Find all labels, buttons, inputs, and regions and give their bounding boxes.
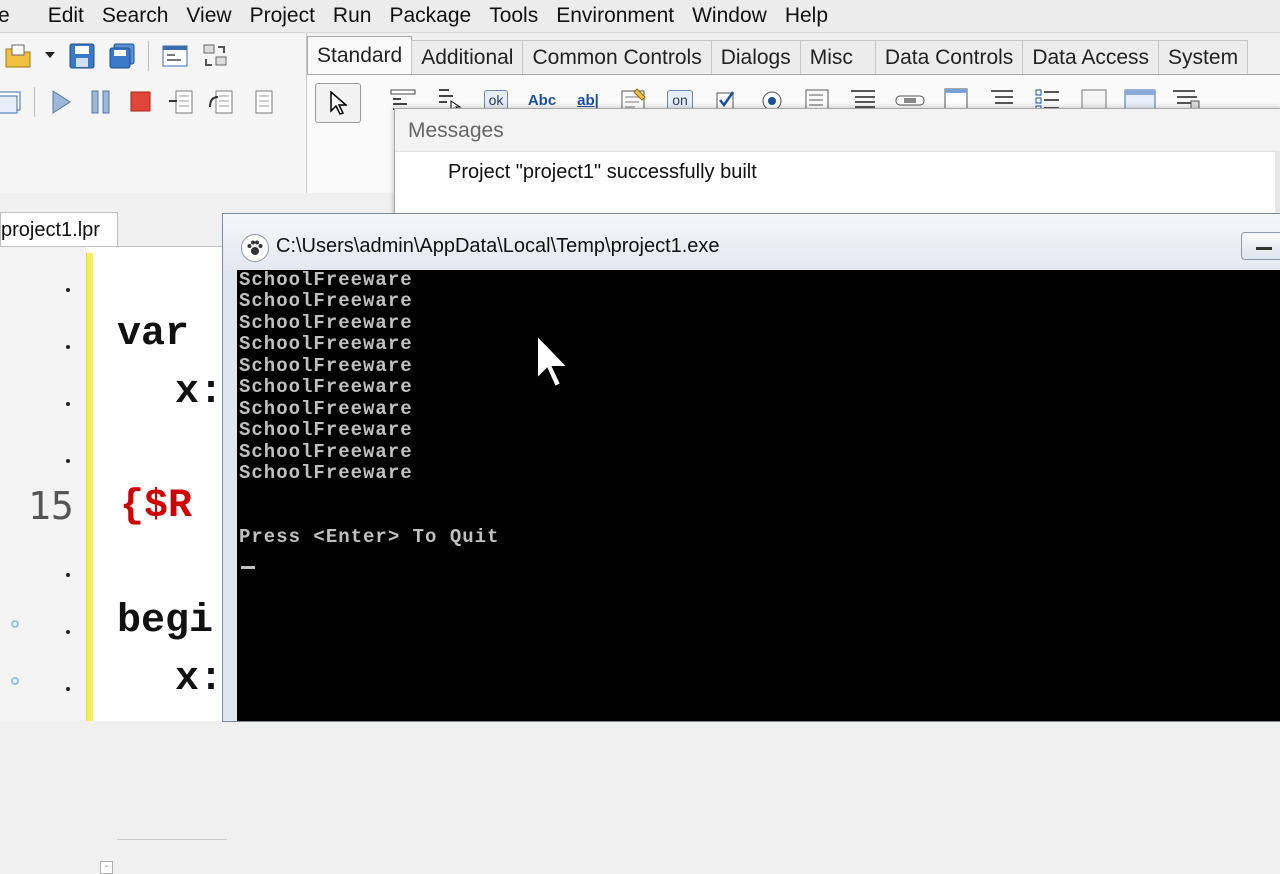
- gutter-dot: [66, 288, 70, 292]
- output-line: SchoolFreeware: [239, 462, 413, 484]
- step-over-icon[interactable]: [207, 88, 235, 116]
- pause-icon[interactable]: [87, 88, 115, 116]
- code-line: x:: [175, 370, 224, 415]
- messages-title: Messages: [408, 119, 504, 142]
- menu-help[interactable]: Help: [776, 4, 837, 28]
- gutter-dot: [66, 687, 70, 691]
- paw-icon: [241, 234, 269, 262]
- output-line: SchoolFreeware: [239, 269, 413, 291]
- menu-environment[interactable]: Environment: [547, 4, 683, 28]
- tab-standard[interactable]: Standard: [307, 36, 413, 75]
- console-titlebar[interactable]: C:\Users\admin\AppData\Local\Temp\projec…: [223, 214, 1280, 270]
- tab-data-access[interactable]: Data Access: [1022, 40, 1160, 75]
- tab-data-controls[interactable]: Data Controls: [874, 40, 1024, 75]
- toolbar-separator: [34, 87, 35, 117]
- open-file-icon[interactable]: [4, 42, 32, 70]
- console-output[interactable]: SchoolFreeware SchoolFreeware SchoolFree…: [237, 270, 1280, 721]
- code-line: x:: [175, 657, 224, 702]
- gutter-dot: [66, 345, 70, 349]
- console-window: C:\Users\admin\AppData\Local\Temp\projec…: [222, 213, 1280, 722]
- menu-file[interactable]: e: [0, 4, 19, 28]
- menu-project[interactable]: Project: [241, 4, 324, 28]
- toggle-form-unit-icon[interactable]: [201, 42, 229, 70]
- step-out-icon[interactable]: [247, 88, 275, 116]
- output-line: SchoolFreeware: [239, 355, 413, 377]
- messages-header: Messages: [395, 109, 1280, 152]
- output-line: SchoolFreeware: [239, 333, 413, 355]
- tab-project1-lpr[interactable]: project1.lpr: [0, 212, 118, 247]
- gutter-dot: [66, 459, 70, 463]
- stop-icon[interactable]: [127, 88, 155, 116]
- code-line: begi: [117, 599, 214, 644]
- output-line: SchoolFreeware: [239, 419, 413, 441]
- output-line: SchoolFreeware: [239, 312, 413, 334]
- gutter-dot: [66, 402, 70, 406]
- save-icon[interactable]: [68, 42, 96, 70]
- form-icon[interactable]: [161, 42, 189, 70]
- output-line: SchoolFreeware: [239, 376, 413, 398]
- menu-package[interactable]: Package: [380, 4, 480, 28]
- step-into-icon[interactable]: [167, 88, 195, 116]
- menu-view[interactable]: View: [177, 4, 240, 28]
- tab-dialogs[interactable]: Dialogs: [710, 40, 801, 75]
- tab-additional[interactable]: Additional: [411, 40, 524, 75]
- build-message[interactable]: Project "project1" successfully built: [448, 161, 757, 184]
- console-title: C:\Users\admin\AppData\Local\Temp\projec…: [276, 235, 720, 257]
- menu-tools[interactable]: Tools: [480, 4, 547, 28]
- output-line: SchoolFreeware: [239, 398, 413, 420]
- code-line: var: [117, 312, 190, 357]
- gutter-dot: [66, 573, 70, 577]
- run-icon[interactable]: [47, 88, 75, 116]
- output-line: SchoolFreeware: [239, 290, 413, 312]
- save-all-icon[interactable]: [108, 42, 136, 70]
- messages-window: Messages Project "project1" successfully…: [394, 108, 1280, 220]
- tab-misc[interactable]: Misc: [799, 40, 876, 75]
- code-line: {$R: [120, 484, 193, 529]
- mouse-pointer-icon: [536, 333, 571, 389]
- view-forms-icon[interactable]: [0, 88, 22, 116]
- messages-scrollbar[interactable]: [1275, 151, 1280, 219]
- menu-bar: e Edit Search View Project Run Package T…: [0, 0, 1280, 33]
- selection-pointer-icon[interactable]: [315, 83, 361, 123]
- output-line: SchoolFreeware: [239, 441, 413, 463]
- menu-search[interactable]: Search: [93, 4, 178, 28]
- palette-tabs: Standard Additional Common Controls Dial…: [307, 36, 1249, 75]
- tab-system[interactable]: System: [1158, 40, 1249, 75]
- fold-divider: [117, 839, 227, 840]
- main-toolbar: [0, 33, 310, 193]
- chevron-down-icon[interactable]: [44, 42, 56, 70]
- breakpoint-marker[interactable]: [11, 620, 19, 628]
- modified-lines-marker: [86, 253, 93, 721]
- menu-window[interactable]: Window: [683, 4, 776, 28]
- menu-edit[interactable]: Edit: [39, 4, 93, 28]
- line-number: 15: [28, 484, 74, 528]
- gutter-dot: [66, 630, 70, 634]
- menu-run[interactable]: Run: [324, 4, 381, 28]
- tab-common-controls[interactable]: Common Controls: [522, 40, 712, 75]
- quit-prompt: Press <Enter> To Quit: [239, 526, 500, 548]
- breakpoint-marker[interactable]: [11, 677, 19, 685]
- minimize-button[interactable]: [1241, 232, 1280, 260]
- toolbar-separator: [148, 41, 149, 71]
- code-fold-toggle[interactable]: -: [100, 861, 113, 874]
- text-cursor: [241, 566, 255, 569]
